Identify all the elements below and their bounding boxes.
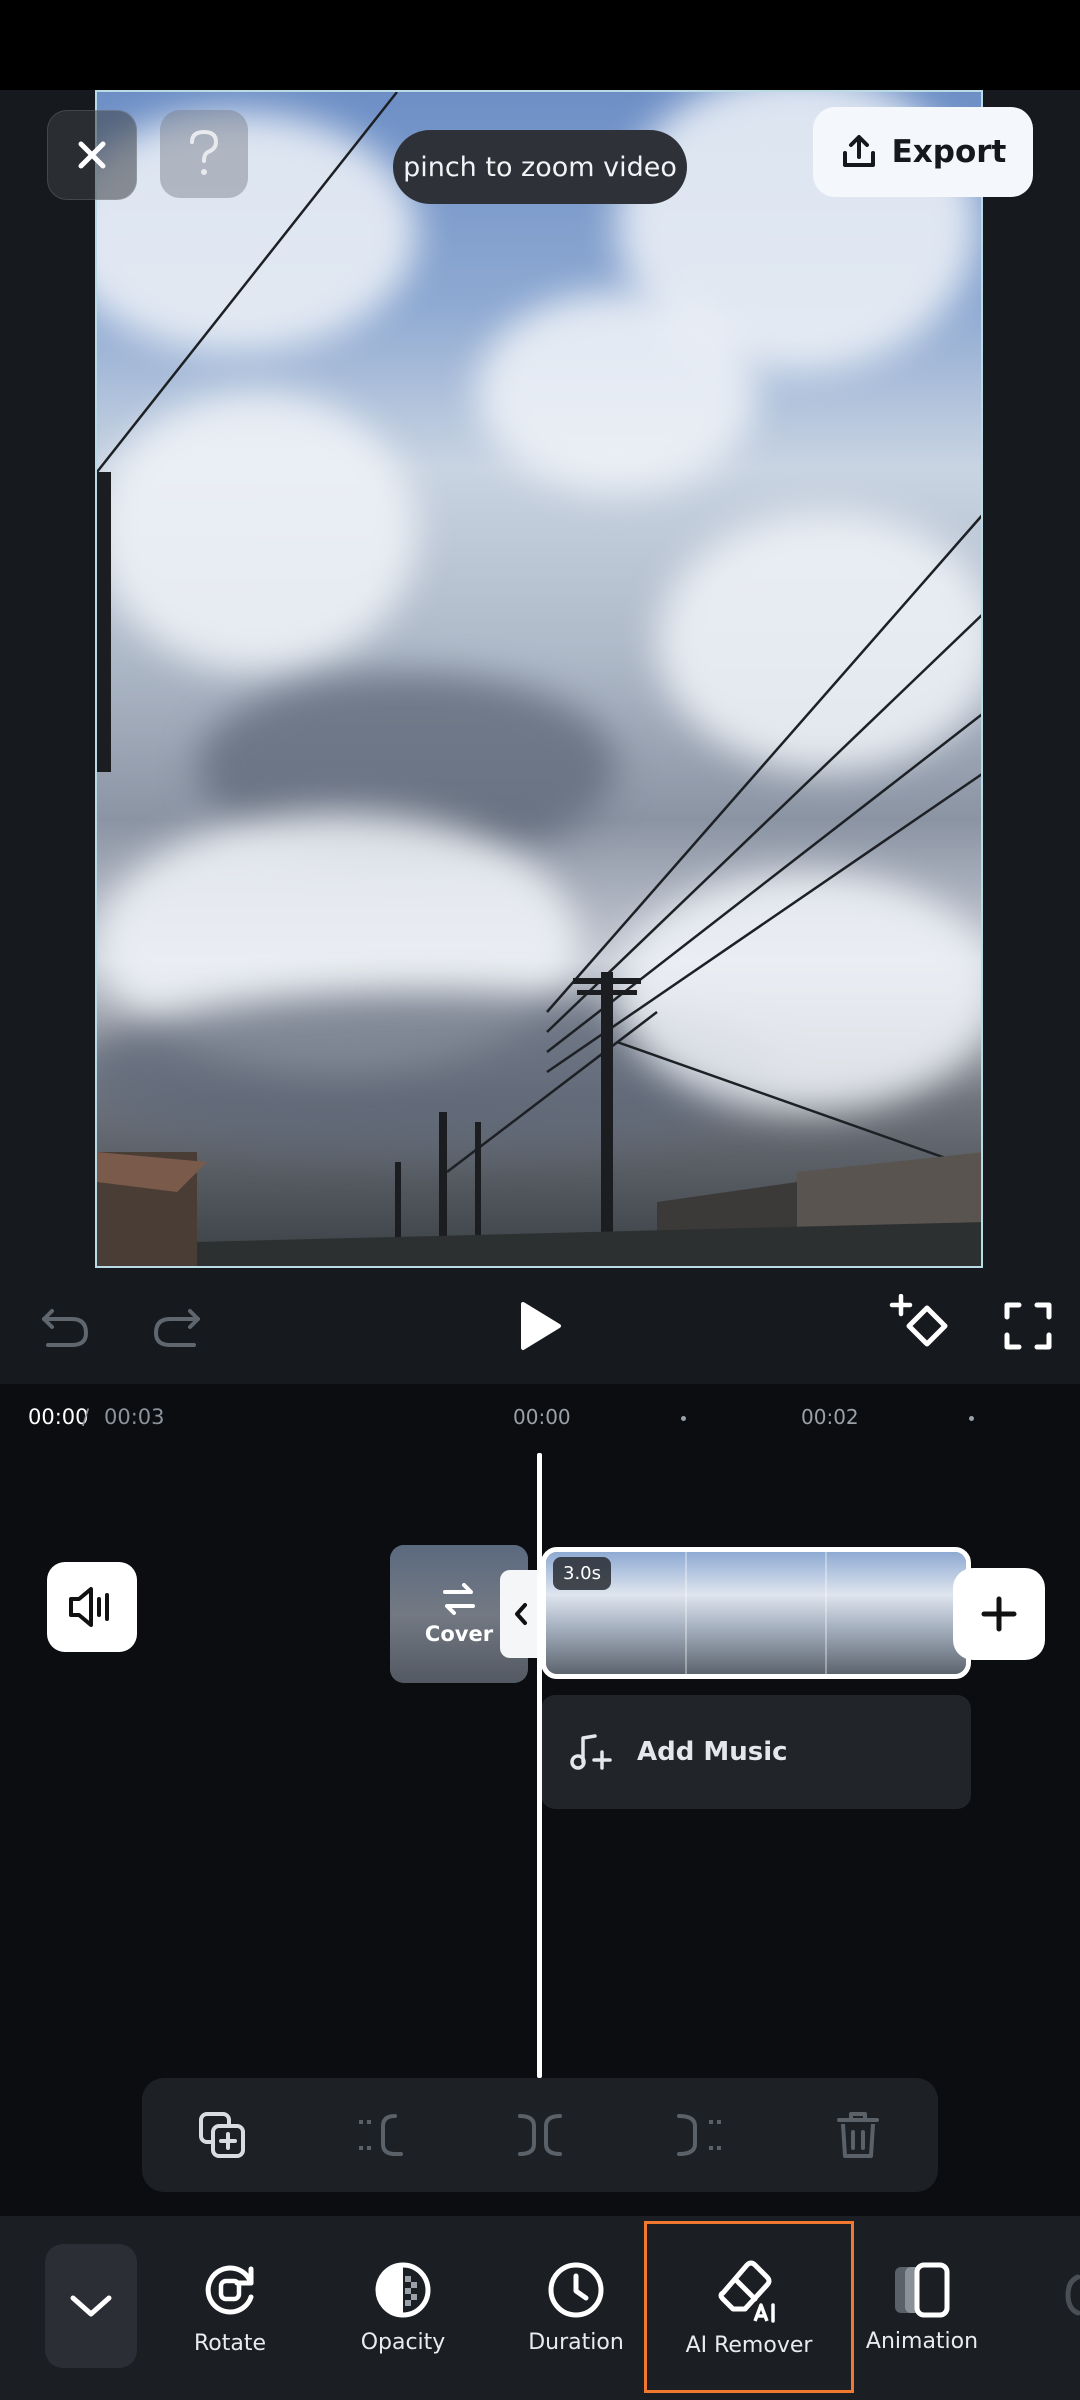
collapse-tools-button[interactable] bbox=[45, 2244, 137, 2368]
clip-frame-thumbnail bbox=[827, 1552, 966, 1674]
plus-icon bbox=[981, 1596, 1017, 1632]
tool-ai-remover[interactable]: AI Remover bbox=[644, 2221, 854, 2393]
tool-rotate-label: Rotate bbox=[193, 2331, 267, 2356]
chevron-down-icon bbox=[70, 2295, 112, 2317]
split-right-button[interactable] bbox=[669, 2105, 729, 2165]
tool-opacity[interactable]: Opacity bbox=[318, 2225, 488, 2390]
trim-right-icon bbox=[677, 2114, 722, 2156]
tool-animation-label: Animation bbox=[865, 2329, 979, 2354]
time-separator: / bbox=[82, 1405, 90, 1429]
tool-duration[interactable]: Duration bbox=[491, 2225, 661, 2390]
clip-trim-handle-left[interactable] bbox=[500, 1570, 542, 1658]
undo-icon bbox=[42, 1309, 89, 1347]
tool-opacity-label: Opacity bbox=[360, 2330, 446, 2355]
swap-icon bbox=[443, 1583, 475, 1615]
trim-left-icon bbox=[358, 2114, 403, 2156]
ruler-tick bbox=[681, 1416, 686, 1421]
split-icon bbox=[517, 2114, 562, 2156]
clip-edit-toolbar bbox=[142, 2078, 938, 2192]
cover-label: Cover bbox=[424, 1622, 494, 1646]
keyframe-button[interactable] bbox=[884, 1292, 960, 1358]
add-clip-button[interactable] bbox=[953, 1568, 1045, 1660]
help-icon bbox=[190, 129, 219, 175]
animation-icon bbox=[895, 2262, 950, 2318]
duplicate-button[interactable] bbox=[192, 2105, 252, 2165]
current-time: 00:00 bbox=[28, 1405, 89, 1429]
ai-eraser-icon bbox=[718, 2260, 775, 2323]
split-left-button[interactable] bbox=[351, 2105, 411, 2165]
clip-duration-badge: 3.0s bbox=[553, 1557, 612, 1590]
redo-button[interactable] bbox=[142, 1296, 212, 1356]
close-icon bbox=[78, 141, 106, 169]
export-button[interactable]: Export bbox=[813, 107, 1033, 197]
power-lines-scene bbox=[97, 92, 981, 1266]
upload-icon bbox=[842, 135, 875, 167]
clock-icon bbox=[548, 2262, 604, 2318]
speaker-icon bbox=[69, 1587, 109, 1627]
tool-rotate[interactable]: Rotate bbox=[145, 2225, 315, 2390]
tool-duration-label: Duration bbox=[528, 2330, 624, 2355]
duplicate-icon bbox=[198, 2112, 245, 2158]
total-time: 00:03 bbox=[104, 1405, 165, 1429]
zoom-hint-toast: pinch to zoom video bbox=[393, 130, 687, 204]
opacity-icon bbox=[375, 2262, 431, 2318]
fullscreen-button[interactable] bbox=[996, 1294, 1060, 1358]
rotate-icon bbox=[205, 2265, 254, 2315]
video-preview[interactable] bbox=[95, 90, 983, 1268]
add-music-button[interactable]: Add Music bbox=[541, 1695, 971, 1809]
undo-button[interactable] bbox=[30, 1296, 100, 1356]
add-music-label: Add Music bbox=[637, 1737, 788, 1767]
ruler-tick bbox=[969, 1416, 974, 1421]
redo-icon bbox=[153, 1309, 200, 1347]
playback-controls bbox=[0, 1268, 1080, 1384]
export-label: Export bbox=[891, 134, 1007, 170]
chevron-left-icon bbox=[515, 1603, 527, 1625]
close-button[interactable] bbox=[47, 110, 137, 200]
fullscreen-icon bbox=[1004, 1302, 1052, 1350]
status-bar bbox=[0, 0, 1080, 90]
scroll-edge-fade bbox=[1058, 2225, 1080, 2390]
partial-tool-icon bbox=[1065, 2274, 1080, 2316]
music-add-icon bbox=[570, 1734, 612, 1770]
clip-frame-thumbnail bbox=[686, 1552, 828, 1674]
play-icon bbox=[521, 1302, 561, 1350]
ruler-label: 00:02 bbox=[801, 1405, 859, 1429]
keyframe-add-icon bbox=[889, 1294, 948, 1347]
tool-animation[interactable]: Animation bbox=[837, 2225, 1007, 2390]
mute-clip-audio-button[interactable] bbox=[47, 1562, 137, 1652]
tool-ai-remover-label: AI Remover bbox=[685, 2332, 813, 2358]
playhead[interactable] bbox=[537, 1453, 542, 2078]
split-button[interactable] bbox=[510, 2105, 570, 2165]
help-button[interactable] bbox=[160, 110, 248, 198]
delete-button[interactable] bbox=[828, 2105, 888, 2165]
trash-icon bbox=[837, 2112, 880, 2158]
play-button[interactable] bbox=[508, 1294, 572, 1358]
ruler-label: 00:00 bbox=[513, 1405, 571, 1429]
